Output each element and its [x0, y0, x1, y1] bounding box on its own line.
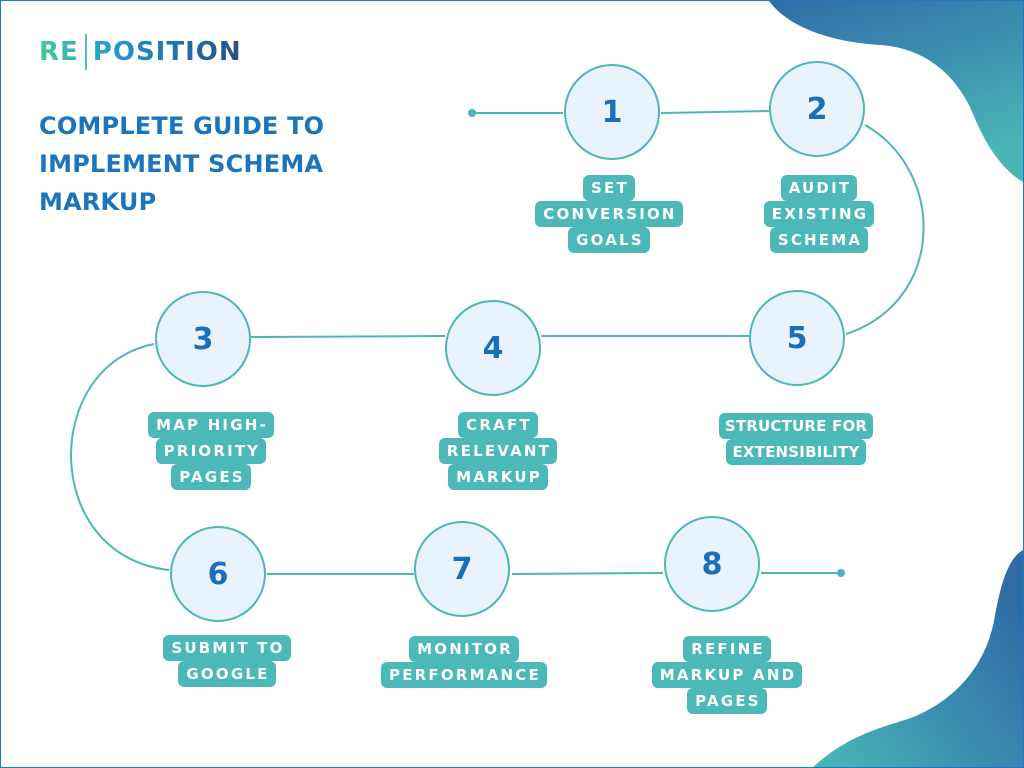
path-start-dot	[468, 109, 476, 117]
label-line: EXTENSIBILITY	[726, 439, 866, 465]
step-2-label: AUDIT EXISTING SCHEMA	[689, 175, 949, 253]
label-line: GOOGLE	[178, 661, 276, 687]
step-3-circle: 3	[155, 291, 251, 387]
page-title: COMPLETE GUIDE TO IMPLEMENT SCHEMA MARKU…	[39, 107, 399, 221]
connector-1-2	[660, 110, 770, 114]
label-line: CRAFT	[458, 412, 538, 438]
step-8-circle: 8	[664, 516, 760, 612]
step-6-label: SUBMIT TO GOOGLE	[97, 635, 357, 687]
label-line: GOALS	[568, 227, 650, 253]
label-line: EXISTING	[763, 201, 875, 227]
step-3-label: MAP HIGH- PRIORITY PAGES	[81, 412, 341, 490]
step-7-circle: 7	[414, 521, 510, 617]
step-1-circle: 1	[564, 64, 660, 160]
logo-suffix: POSITION	[92, 37, 242, 67]
label-line: PAGES	[687, 688, 767, 714]
reposition-logo: RE POSITION	[39, 33, 242, 71]
label-line: RELEVANT	[438, 438, 558, 464]
label-line: PAGES	[171, 464, 251, 490]
title-line: IMPLEMENT SCHEMA	[39, 150, 324, 178]
step-8-label: REFINE MARKUP AND PAGES	[597, 636, 857, 714]
label-line: MONITOR	[409, 636, 519, 662]
title-line: COMPLETE GUIDE TO	[39, 112, 325, 140]
label-line: MARKUP	[448, 464, 548, 490]
label-line: MAP HIGH-	[148, 412, 274, 438]
step-6-circle: 6	[170, 526, 266, 622]
label-line: SET	[583, 175, 635, 201]
step-5-circle: 5	[749, 290, 845, 386]
label-line: REFINE	[683, 636, 771, 662]
label-line: MARKUP AND	[651, 662, 803, 688]
step-4-label: CRAFT RELEVANT MARKUP	[368, 412, 628, 490]
infographic-frame: RE POSITION COMPLETE GUIDE TO IMPLEMENT …	[0, 0, 1024, 768]
step-5-label: STRUCTURE FOR EXTENSIBILITY	[666, 413, 926, 465]
step-7-label: MONITOR PERFORMANCE	[334, 636, 594, 688]
connector-7-8	[511, 572, 664, 575]
label-line: AUDIT	[780, 175, 858, 201]
logo-prefix: RE	[39, 37, 79, 67]
path-end-dot	[837, 569, 845, 577]
title-line: MARKUP	[39, 188, 157, 216]
connector-4-3	[250, 335, 446, 338]
step-2-circle: 2	[769, 61, 865, 157]
logo-divider	[84, 34, 87, 70]
label-line: PRIORITY	[155, 438, 267, 464]
label-line: STRUCTURE FOR	[718, 413, 874, 439]
label-line: PERFORMANCE	[381, 662, 547, 688]
label-line: CONVERSION	[535, 201, 683, 227]
step-4-circle: 4	[445, 300, 541, 396]
label-line: SCHEMA	[769, 227, 869, 253]
label-line: SUBMIT TO	[163, 635, 291, 661]
